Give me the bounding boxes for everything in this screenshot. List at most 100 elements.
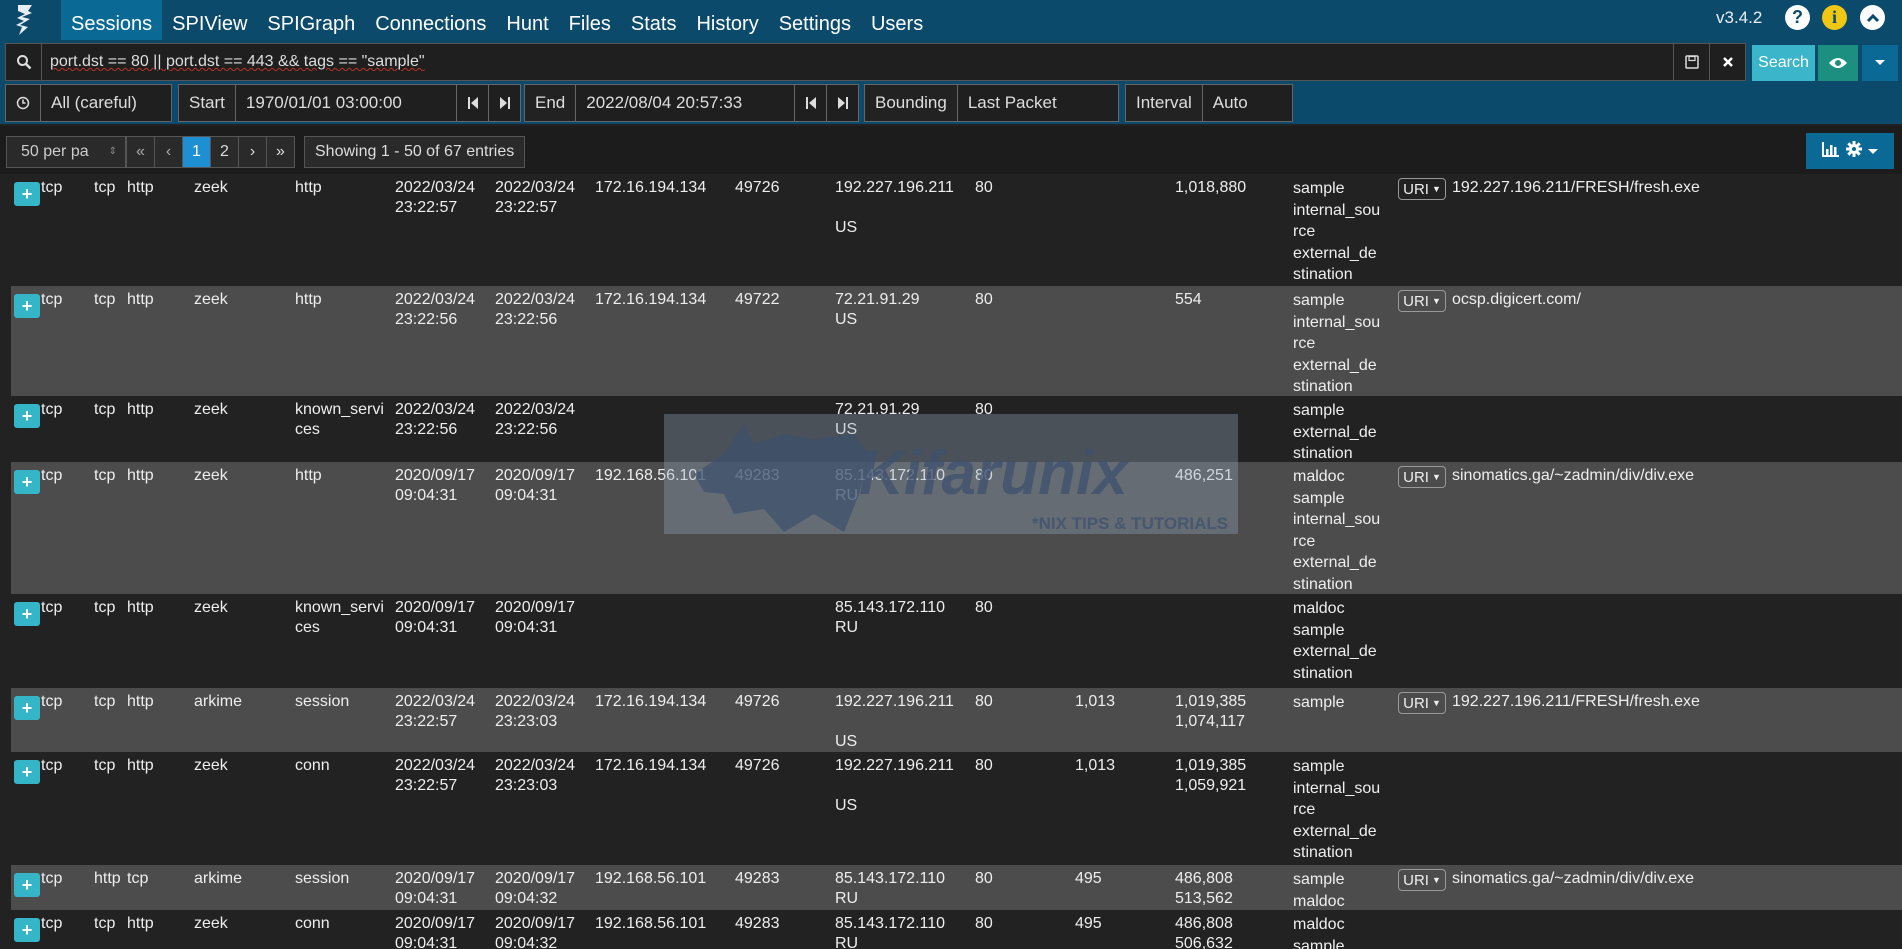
expand-row-plus-icon[interactable]: + (14, 470, 40, 494)
options-dropdown-button[interactable] (1862, 45, 1898, 81)
page-1-button[interactable]: 1 (182, 136, 211, 168)
expand-row-plus-icon[interactable]: + (14, 294, 40, 318)
close-icon[interactable] (1709, 44, 1745, 80)
skip-back-icon[interactable] (794, 85, 826, 121)
nav-tab-spigraph[interactable]: SPIGraph (257, 0, 365, 40)
per-page-select[interactable]: 50 per pa ⇕ (6, 136, 126, 168)
cell-stop: 2022/03/24 23:22:56 (495, 401, 576, 438)
cell-start: 2022/03/24 23:22:57 (395, 179, 476, 216)
uri-link[interactable]: 192.227.196.211/FRESH/fresh.exe (1452, 692, 1700, 712)
cell-packets: 495 (1075, 870, 1102, 887)
cell-stop: 2020/09/17 09:04:31 (495, 599, 576, 636)
expand-row-plus-icon[interactable]: + (14, 873, 40, 897)
cell-bytes: 554 (1175, 291, 1202, 308)
expand-row-plus-icon[interactable]: + (14, 918, 40, 942)
cell-dst-ip: 72.21.91.29 US (835, 291, 920, 328)
nav-tab-settings[interactable]: Settings (769, 0, 861, 40)
uri-dropdown-button[interactable]: URI ▼ (1398, 178, 1446, 200)
nav-tab-sessions[interactable]: Sessions (61, 0, 163, 40)
end-time-input[interactable]: 2022/08/04 20:57:33 (576, 93, 794, 113)
cell-start: 2022/03/24 23:22:57 (395, 693, 476, 730)
chevron-up-icon[interactable] (1860, 5, 1885, 30)
paging-row: 50 per pa ⇕ « ‹ 1 2 › » Showing 1 - 50 o… (0, 126, 1902, 174)
uri-link[interactable]: sinomatics.ga/~zadmin/div/div.exe (1452, 466, 1694, 486)
nav-tab-connections[interactable]: Connections (365, 0, 496, 40)
visualization-settings-button[interactable] (1806, 133, 1894, 169)
uri-dropdown-button[interactable]: URI ▼ (1398, 466, 1446, 488)
first-page-button[interactable]: « (126, 136, 155, 168)
table-row[interactable]: + tcp tcp http zeek conn 2020/09/17 09:04:31 20… (11, 910, 1902, 949)
cell-dst-port: 80 (975, 693, 993, 710)
table-row[interactable]: + tcp tcp http zeek conn 2022/03/24 23:22:57 20… (11, 752, 1902, 865)
table-row[interactable]: + tcp tcp http zeek known_servi ces 2020/09/17… (11, 594, 1902, 688)
cell-dst-port: 80 (975, 599, 993, 616)
cell-c2: http (127, 757, 154, 774)
cell-type: known_servi ces (295, 599, 384, 636)
interval-select[interactable]: Interval Auto (1125, 84, 1293, 122)
table-row[interactable]: + tcp tcp http zeek http 2022/03/24 23:22:57 20… (11, 174, 1902, 286)
table-row[interactable]: + tcp tcp http zeek http 2022/03/24 23:22:56 20… (11, 286, 1902, 396)
nav-tabs: Sessions SPIView SPIGraph Connections Hu… (50, 0, 933, 40)
cell-proto: tcp (41, 693, 63, 710)
page-2-button[interactable]: 2 (210, 136, 239, 168)
skip-forward-icon[interactable] (826, 85, 858, 121)
expand-row-plus-icon[interactable]: + (14, 182, 40, 206)
caret-down-icon: ▼ (1431, 296, 1441, 306)
cell-dst-port: 80 (975, 915, 993, 932)
nav-tab-spiview[interactable]: SPIView (162, 0, 257, 40)
uri-dropdown-button[interactable]: URI ▼ (1398, 692, 1446, 714)
bounding-select[interactable]: Bounding Last Packet (864, 84, 1119, 122)
uri-dropdown-button[interactable]: URI ▼ (1398, 869, 1446, 891)
table-row[interactable]: + tcp tcp http arkime session 2022/03/24 23:22… (11, 688, 1902, 752)
help-icon[interactable]: ? (1785, 5, 1810, 30)
start-time-group: Start 1970/01/01 03:00:00 (178, 84, 521, 122)
nav-tab-history[interactable]: History (686, 0, 768, 40)
nav-tab-users[interactable]: Users (861, 0, 933, 40)
uri-dropdown-button[interactable]: URI ▼ (1398, 290, 1446, 312)
next-page-button[interactable]: › (238, 136, 267, 168)
cell-stop: 2020/09/17 09:04:31 (495, 467, 576, 504)
uri-label: URI (1403, 180, 1429, 198)
expand-row-plus-icon[interactable]: + (14, 602, 40, 626)
expand-row-plus-icon[interactable]: + (14, 760, 40, 784)
cell-type: session (295, 693, 350, 710)
watermark-subtitle: *NIX TIPS & TUTORIALS (1032, 514, 1229, 533)
time-range-select[interactable]: All (careful) (5, 84, 172, 122)
table-row[interactable]: + tcp http tcp arkime session 2020/09/17 09:04… (11, 865, 1902, 910)
last-page-button[interactable]: » (266, 136, 295, 168)
skip-forward-icon[interactable] (488, 85, 520, 121)
nav-tab-stats[interactable]: Stats (621, 0, 687, 40)
nav-tab-files[interactable]: Files (559, 0, 621, 40)
cell-bytes: 486,808 513,562 (1175, 870, 1233, 907)
search-button[interactable]: Search (1752, 45, 1815, 81)
prev-page-button[interactable]: ‹ (154, 136, 183, 168)
cell-start: 2022/03/24 23:22:56 (395, 401, 476, 438)
save-icon[interactable] (1673, 44, 1709, 80)
cell-c1: tcp (94, 401, 116, 418)
owl-logo-icon[interactable] (0, 0, 50, 40)
interval-label: Interval (1126, 85, 1203, 121)
version-label: v3.4.2 (1716, 8, 1763, 27)
cell-stop: 2020/09/17 09:04:32 (495, 915, 576, 949)
expand-row-plus-icon[interactable]: + (14, 404, 40, 428)
uri-link[interactable]: sinomatics.ga/~zadmin/div/div.exe (1452, 869, 1694, 889)
cell-dst-ip: 192.227.196.211 US (835, 179, 954, 236)
skip-back-icon[interactable] (456, 85, 488, 121)
expand-row-plus-icon[interactable]: + (14, 696, 40, 720)
cell-source: zeek (194, 401, 228, 418)
cell-start: 2020/09/17 09:04:31 (395, 599, 476, 636)
uri-link[interactable]: ocsp.digicert.com/ (1452, 290, 1581, 310)
cell-c1: tcp (94, 915, 116, 932)
cell-bytes: 486,808 506,632 (1175, 915, 1233, 949)
start-time-input[interactable]: 1970/01/01 03:00:00 (236, 93, 456, 113)
search-input[interactable] (42, 44, 1673, 80)
nav-tab-hunt[interactable]: Hunt (496, 0, 558, 40)
cell-tags: maldoc sample external_de stination (1293, 600, 1377, 682)
info-icon[interactable]: i (1822, 5, 1847, 30)
cell-proto: tcp (41, 291, 63, 308)
cell-stop: 2022/03/24 23:22:56 (495, 291, 576, 328)
uri-link[interactable]: 192.227.196.211/FRESH/fresh.exe (1452, 178, 1700, 198)
end-label: End (525, 85, 577, 121)
cell-proto: tcp (41, 599, 63, 616)
eye-icon[interactable] (1818, 45, 1858, 81)
